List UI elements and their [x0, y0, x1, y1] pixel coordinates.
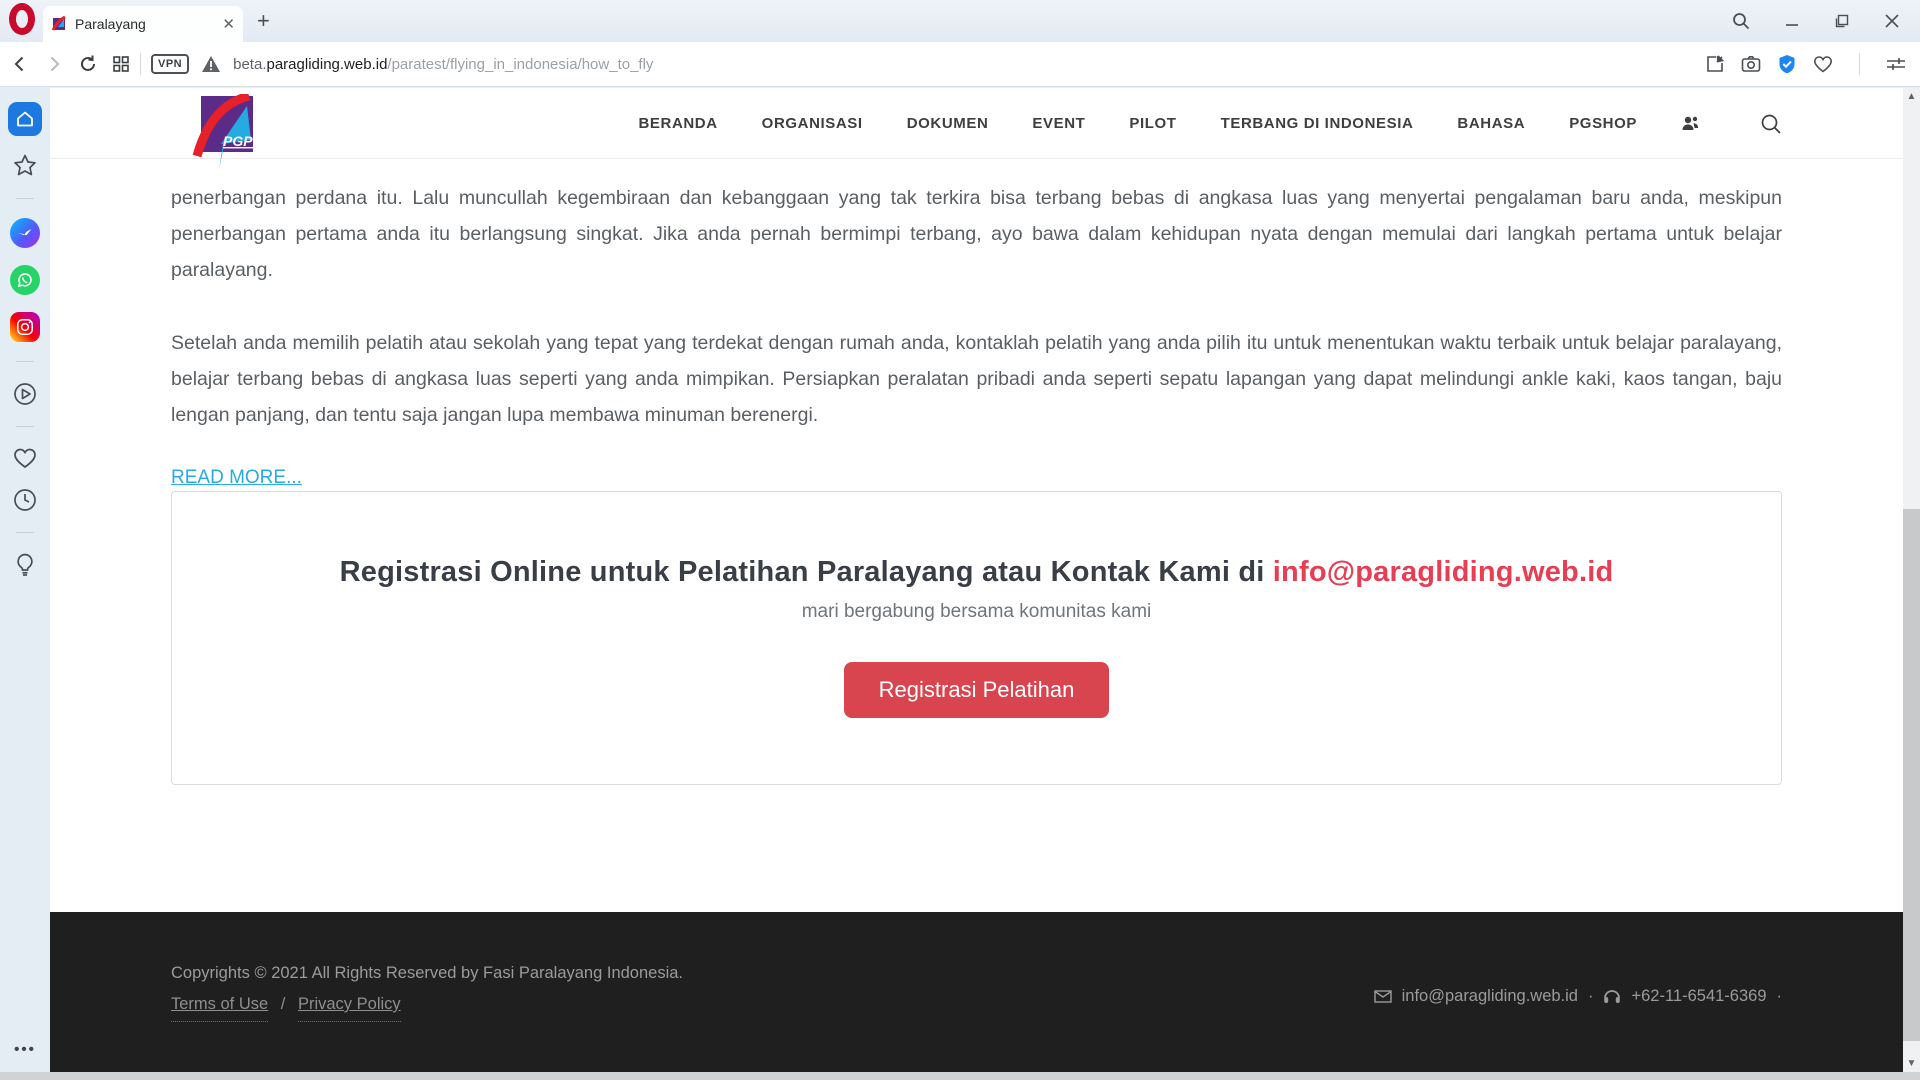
footer-phone[interactable]: +62-11-6541-6369: [1631, 987, 1766, 1006]
bookmark-heart-icon[interactable]: [1813, 55, 1833, 73]
easy-setup-sliders-icon[interactable]: [1886, 55, 1906, 73]
sidebar-more-options[interactable]: •••: [0, 1041, 50, 1058]
tab-bar: Paralayang ✕ +: [0, 0, 1920, 42]
opera-sidebar: •••: [0, 88, 50, 1072]
address-toolbar: VPN beta.paragliding.web.id/paratest/fly…: [0, 42, 1920, 87]
footer-dot-2: ·: [1777, 987, 1783, 1006]
user-account-icon[interactable]: [1681, 115, 1700, 132]
forward-button[interactable]: [44, 54, 64, 74]
cta-heading-email-link[interactable]: info@paragliding.web.id: [1273, 556, 1614, 588]
history-clock-icon[interactable]: [12, 487, 38, 513]
terms-of-use-link[interactable]: Terms of Use: [171, 995, 268, 1022]
cta-subtext: mari bergabung bersama komunitas kami: [172, 601, 1781, 623]
site-warning-icon[interactable]: [201, 55, 221, 73]
nav-beranda[interactable]: BERANDA: [638, 115, 717, 132]
site-footer: Copyrights © 2021 All Rights Reserved by…: [50, 912, 1903, 1072]
site-header: PGPI BERANDA ORGANISASI DOKUMEN EVENT PI…: [50, 88, 1903, 159]
vpn-badge[interactable]: VPN: [151, 54, 189, 74]
url-domain: paragliding.web.id: [267, 56, 388, 73]
footer-dot-1: ·: [1588, 987, 1594, 1006]
tab-close-icon[interactable]: ✕: [222, 15, 235, 33]
nav-dokumen[interactable]: DOKUMEN: [907, 115, 989, 132]
security-shield-icon[interactable]: [1777, 54, 1797, 74]
opera-logo-icon[interactable]: [9, 3, 35, 35]
window-bottom-edge: [0, 1072, 1920, 1080]
speed-dial-home-icon[interactable]: [8, 102, 42, 136]
nav-event[interactable]: EVENT: [1032, 115, 1085, 132]
scrollbar-thumb[interactable]: [1903, 509, 1920, 1041]
nav-terbang-di-indonesia[interactable]: TERBANG DI INDONESIA: [1221, 115, 1414, 132]
envelope-icon: [1374, 987, 1392, 1006]
cta-heading-text: Registrasi Online untuk Pelatihan Parala…: [340, 556, 1273, 588]
nav-pilot[interactable]: PILOT: [1129, 115, 1176, 132]
browser-tab[interactable]: Paralayang ✕: [43, 6, 243, 42]
page-scrollbar[interactable]: ▲ ▼: [1903, 88, 1920, 1072]
reload-button[interactable]: [78, 54, 98, 74]
article-content: penerbangan perdana itu. Lalu muncullah …: [171, 159, 1782, 785]
back-button[interactable]: [10, 54, 30, 74]
registration-button[interactable]: Registrasi Pelatihan: [844, 662, 1110, 718]
read-more-link[interactable]: READ MORE...: [171, 467, 302, 489]
scroll-up-arrow[interactable]: ▲: [1903, 88, 1920, 105]
browser-window: Paralayang ✕ +: [0, 0, 1920, 1080]
article-paragraph-1: penerbangan perdana itu. Lalu muncullah …: [171, 180, 1782, 288]
window-maximize-button[interactable]: [1834, 13, 1850, 29]
tab-title: Paralayang: [75, 16, 214, 32]
nav-organisasi[interactable]: ORGANISASI: [762, 115, 863, 132]
page-viewport: PGPI BERANDA ORGANISASI DOKUMEN EVENT PI…: [50, 88, 1920, 1072]
pinboard-icon[interactable]: [1705, 54, 1725, 74]
window-minimize-button[interactable]: [1784, 13, 1800, 29]
cta-heading: Registrasi Online untuk Pelatihan Parala…: [172, 556, 1781, 589]
tab-favicon: [51, 16, 67, 32]
address-bar[interactable]: beta.paragliding.web.id/paratest/flying_…: [233, 56, 653, 73]
bookmarks-star-icon[interactable]: [12, 153, 38, 179]
url-subdomain: beta.: [233, 56, 266, 73]
nav-pgshop[interactable]: PGSHOP: [1569, 115, 1637, 132]
new-tab-button[interactable]: +: [257, 8, 270, 34]
article-paragraph-2: Setelah anda memilih pelatih atau sekola…: [171, 325, 1782, 433]
pgpi-logo[interactable]: PGPI: [191, 94, 261, 172]
site-search-icon[interactable]: [1760, 113, 1782, 135]
main-navigation: BERANDA ORGANISASI DOKUMEN EVENT PILOT T…: [638, 113, 1782, 135]
messenger-icon[interactable]: [10, 218, 40, 248]
pinboards-heart-icon[interactable]: [12, 446, 38, 470]
svg-text:PGPI: PGPI: [223, 133, 258, 149]
footer-email[interactable]: info@paragliding.web.id: [1402, 987, 1578, 1006]
scroll-down-arrow[interactable]: ▼: [1903, 1055, 1920, 1072]
speed-dial-grid-icon[interactable]: [112, 55, 130, 73]
player-icon[interactable]: [12, 381, 38, 407]
nav-bahasa[interactable]: BAHASA: [1457, 115, 1525, 132]
tab-search-icon[interactable]: [1732, 12, 1750, 30]
tips-lightbulb-icon[interactable]: [13, 552, 37, 578]
privacy-policy-link[interactable]: Privacy Policy: [298, 995, 401, 1022]
window-close-button[interactable]: [1884, 13, 1900, 29]
url-path: /paratest/flying_in_indonesia/how_to_fly: [387, 56, 653, 73]
snapshot-camera-icon[interactable]: [1741, 55, 1761, 73]
headset-icon: [1603, 987, 1621, 1006]
whatsapp-icon[interactable]: [10, 265, 40, 295]
footer-copyright: Copyrights © 2021 All Rights Reserved by…: [171, 964, 683, 983]
instagram-icon[interactable]: [10, 312, 40, 342]
footer-links-separator: /: [281, 995, 286, 1013]
registration-cta-box: Registrasi Online untuk Pelatihan Parala…: [171, 491, 1782, 785]
